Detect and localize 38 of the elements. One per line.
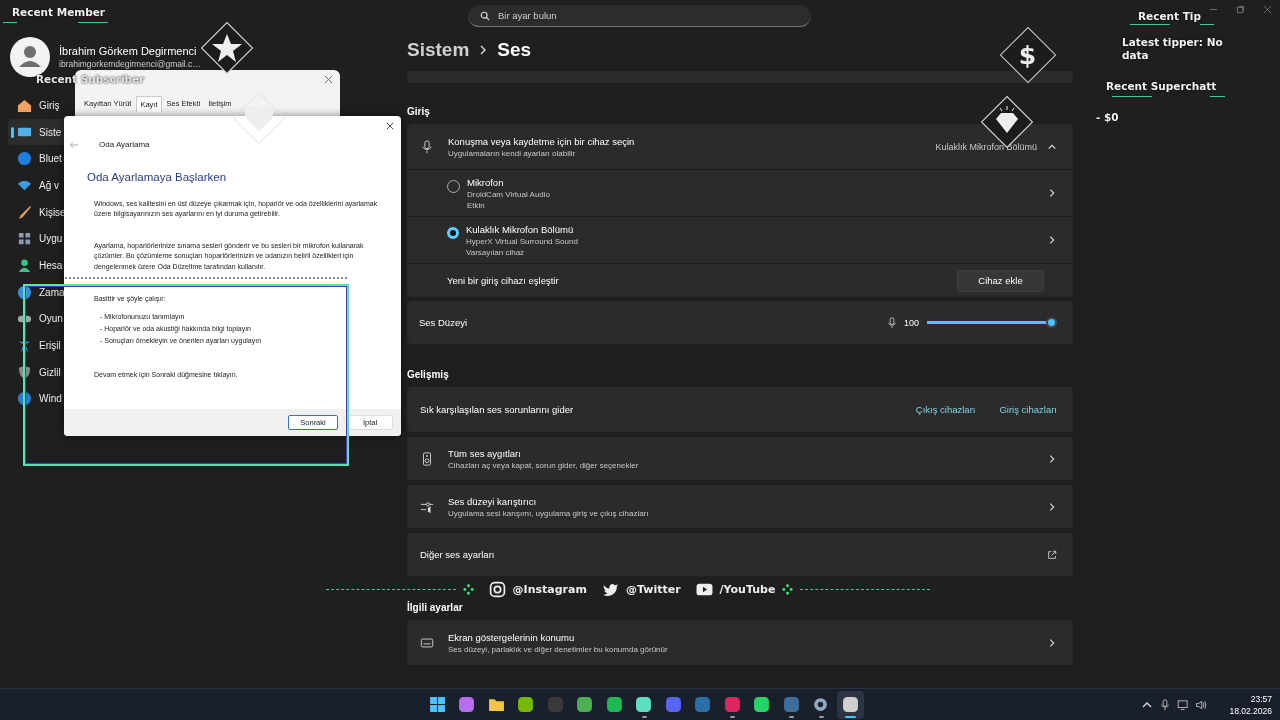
overlay-text: Latest tipper: No data <box>1122 36 1224 62</box>
dialog-title: Oda Ayarlama <box>99 140 150 149</box>
row-subtitle: Uygulamaların kendi ayarları olabilir <box>448 148 577 158</box>
section-heading: Giriş <box>407 106 431 117</box>
row-title: Tüm ses aygıtları <box>448 447 522 459</box>
user-name: İbrahim Görkem Degirmenci <box>59 45 198 57</box>
device-detail: DroidCam Virtual Audio <box>467 189 551 199</box>
social-handle: @Instagram <box>512 582 587 596</box>
overlay-text: - $0 <box>1096 111 1119 123</box>
social-handle: /YouTube <box>719 582 776 596</box>
row-title: Ekran göstergelerinin konumu <box>448 631 576 643</box>
dollar-symbol: $ <box>1019 40 1037 70</box>
row-subtitle: Cihazları aç veya kapat, sorun gider, diğer seçenekler <box>448 460 640 470</box>
volume-value: 100 <box>903 317 919 328</box>
social-handle: @Twitter <box>625 582 681 596</box>
dialog-heading: Oda Ayarlamaya Başlarken <box>87 171 228 183</box>
row-subtitle: Uygulama sesi karışımı, uygulama giriş ve çıkış cihazları <box>448 508 650 518</box>
overlay-heading: Recent Tip <box>1138 10 1201 22</box>
overlay-heading: Recent Superchatt <box>1106 80 1217 92</box>
user-email: ibrahimgorkemdegirmenci@gmail.c… <box>59 59 201 69</box>
device-name: Mikrofon <box>467 176 505 188</box>
row-title: Ses düzeyi karıştırıcı <box>448 495 538 507</box>
clock-date: 18.02.2026 <box>1229 705 1272 716</box>
row-title: Yeni bir giriş cihazı eşleştir <box>447 275 559 286</box>
device-detail: HyperX Virtual Surround Sound <box>466 236 579 246</box>
device-detail: Varsayılan cihaz <box>466 247 526 257</box>
page-title: Ses <box>497 39 532 61</box>
device-detail: Etkin <box>467 200 486 210</box>
device-name: Kulaklık Mikrofon Bölümü <box>466 223 575 235</box>
row-title: Konuşma veya kaydetme için bir cihaz seçin <box>448 135 636 147</box>
row-title: Ses Düzeyi <box>419 317 469 328</box>
clock-time: 23:57 <box>1250 693 1272 704</box>
section-heading: Gelişmiş <box>407 369 450 380</box>
overlay-heading: Recent Member <box>12 6 106 18</box>
row-title: Sık karşılaşılan ses sorunlarını gider <box>420 404 575 415</box>
section-heading: İlgili ayarlar <box>407 602 464 613</box>
row-subtitle: Ses düzeyi, parlaklık ve diğer denetimler bu konumda görünür <box>448 644 669 654</box>
row-title: Diğer ses ayarları <box>420 549 496 560</box>
